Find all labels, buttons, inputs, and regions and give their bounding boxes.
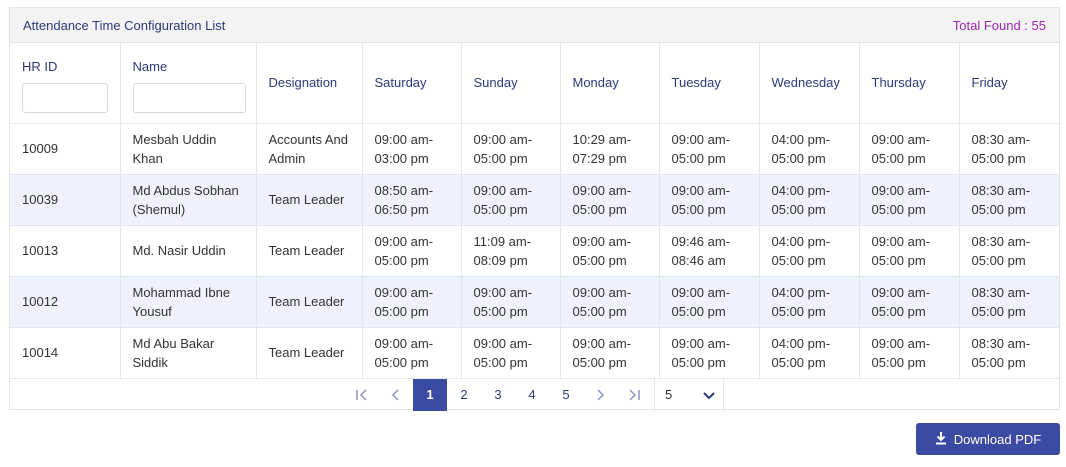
table-row: 10013 Md. Nasir Uddin Team Leader 09:00 …	[10, 225, 1059, 277]
column-label: Name	[132, 59, 168, 74]
hr-id-filter-input[interactable]	[22, 83, 108, 113]
column-header-tuesday: Tuesday	[659, 43, 760, 124]
table-row: 10009 Mesbah Uddin Khan Accounts And Adm…	[10, 123, 1059, 175]
cell-designation: Team Leader	[256, 276, 363, 328]
cell-designation: Team Leader	[256, 174, 363, 226]
column-header-wednesday: Wednesday	[759, 43, 860, 124]
cell-hr-id: 10039	[10, 174, 121, 226]
cell-friday: 08:30 am-05:00 pm	[959, 276, 1059, 328]
cell-tuesday: 09:00 am-05:00 pm	[659, 276, 760, 328]
cell-friday: 08:30 am-05:00 pm	[959, 327, 1059, 379]
attendance-config-panel: Attendance Time Configuration List Total…	[9, 7, 1060, 411]
table-row: 10014 Md Abu Bakar Siddik Team Leader 09…	[10, 327, 1059, 379]
column-header-designation: Designation	[256, 43, 363, 124]
name-filter-input[interactable]	[132, 83, 246, 113]
cell-tuesday: 09:00 am-05:00 pm	[659, 123, 760, 175]
cell-saturday: 09:00 am-03:00 pm	[362, 123, 462, 175]
cell-tuesday: 09:00 am-05:00 pm	[659, 327, 760, 379]
column-header-sunday: Sunday	[461, 43, 561, 124]
cell-thursday: 09:00 am-05:00 pm	[859, 327, 960, 379]
cell-monday: 09:00 am-05:00 pm	[560, 327, 660, 379]
cell-sunday: 09:00 am-05:00 pm	[461, 276, 561, 328]
table-header-row: HR ID Name Designation Saturday Sunday M…	[10, 43, 1059, 124]
column-header-friday: Friday	[959, 43, 1059, 124]
cell-thursday: 09:00 am-05:00 pm	[859, 276, 960, 328]
cell-thursday: 09:00 am-05:00 pm	[859, 174, 960, 226]
table-row: 10039 Md Abdus Sobhan (Shemul) Team Lead…	[10, 174, 1059, 226]
cell-hr-id: 10009	[10, 123, 121, 175]
cell-sunday: 09:00 am-05:00 pm	[461, 327, 561, 379]
cell-thursday: 09:00 am-05:00 pm	[859, 123, 960, 175]
column-header-monday: Monday	[560, 43, 660, 124]
panel-title: Attendance Time Configuration List	[23, 17, 226, 33]
cell-tuesday: 09:00 am-05:00 pm	[659, 174, 760, 226]
cell-monday: 09:00 am-05:00 pm	[560, 276, 660, 328]
cell-name: Mohammad Ibne Yousuf	[120, 276, 257, 328]
download-label: Download PDF	[953, 431, 1042, 447]
page-button-2[interactable]: 2	[447, 379, 481, 411]
page-size-select[interactable]: 5	[654, 378, 724, 411]
cell-saturday: 08:50 am-06:50 pm	[362, 174, 462, 226]
column-header-thursday: Thursday	[859, 43, 960, 124]
next-page-icon[interactable]	[583, 379, 617, 411]
cell-saturday: 09:00 am-05:00 pm	[362, 276, 462, 328]
cell-wednesday: 04:00 pm-05:00 pm	[759, 276, 860, 328]
cell-monday: 09:00 am-05:00 pm	[560, 174, 660, 226]
cell-hr-id: 10013	[10, 225, 121, 277]
page-button-3[interactable]: 3	[481, 379, 515, 411]
cell-name: Md Abdus Sobhan (Shemul)	[120, 174, 257, 226]
cell-name: Md. Nasir Uddin	[120, 225, 257, 277]
first-page-icon[interactable]	[345, 379, 379, 411]
total-found-count: Total Found : 55	[952, 17, 1046, 33]
cell-wednesday: 04:00 pm-05:00 pm	[759, 123, 860, 175]
cell-wednesday: 04:00 pm-05:00 pm	[759, 225, 860, 277]
cell-thursday: 09:00 am-05:00 pm	[859, 225, 960, 277]
page-button-4[interactable]: 4	[515, 379, 549, 411]
cell-sunday: 09:00 am-05:00 pm	[461, 174, 561, 226]
cell-friday: 08:30 am-05:00 pm	[959, 225, 1059, 277]
column-header-hr-id: HR ID	[10, 43, 121, 124]
cell-friday: 08:30 am-05:00 pm	[959, 123, 1059, 175]
cell-monday: 09:00 am-05:00 pm	[560, 225, 660, 277]
cell-name: Mesbah Uddin Khan	[120, 123, 257, 175]
page-size-value: 5	[665, 387, 673, 402]
download-pdf-button[interactable]: Download PDF	[916, 423, 1060, 455]
cell-designation: Team Leader	[256, 225, 363, 277]
cell-name: Md Abu Bakar Siddik	[120, 327, 257, 379]
cell-designation: Accounts And Admin	[256, 123, 363, 175]
page-button-1[interactable]: 1	[413, 378, 447, 411]
attendance-table: HR ID Name Designation Saturday Sunday M…	[10, 43, 1059, 379]
cell-monday: 10:29 am-07:29 pm	[560, 123, 660, 175]
cell-sunday: 09:00 am-05:00 pm	[461, 123, 561, 175]
panel-header: Attendance Time Configuration List Total…	[10, 8, 1059, 43]
cell-wednesday: 04:00 pm-05:00 pm	[759, 327, 860, 379]
cell-saturday: 09:00 am-05:00 pm	[362, 327, 462, 379]
page-button-5[interactable]: 5	[549, 379, 583, 411]
cell-wednesday: 04:00 pm-05:00 pm	[759, 174, 860, 226]
download-icon	[935, 431, 947, 448]
last-page-icon[interactable]	[617, 379, 651, 411]
table-row: 10012 Mohammad Ibne Yousuf Team Leader 0…	[10, 276, 1059, 328]
column-label: HR ID	[22, 59, 58, 74]
cell-designation: Team Leader	[256, 327, 363, 379]
column-header-saturday: Saturday	[362, 43, 462, 124]
cell-saturday: 09:00 am-05:00 pm	[362, 225, 462, 277]
cell-sunday: 11:09 am-08:09 pm	[461, 225, 561, 277]
chevron-down-icon	[703, 390, 715, 400]
pagination: 1 2 3 4 5 5	[345, 378, 724, 411]
pagination-bar: 1 2 3 4 5 5	[10, 378, 1059, 411]
cell-hr-id: 10014	[10, 327, 121, 379]
cell-tuesday: 09:46 am-08:46 am	[659, 225, 760, 277]
cell-friday: 08:30 am-05:00 pm	[959, 174, 1059, 226]
cell-hr-id: 10012	[10, 276, 121, 328]
prev-page-icon[interactable]	[379, 379, 413, 411]
column-header-name: Name	[120, 43, 257, 124]
